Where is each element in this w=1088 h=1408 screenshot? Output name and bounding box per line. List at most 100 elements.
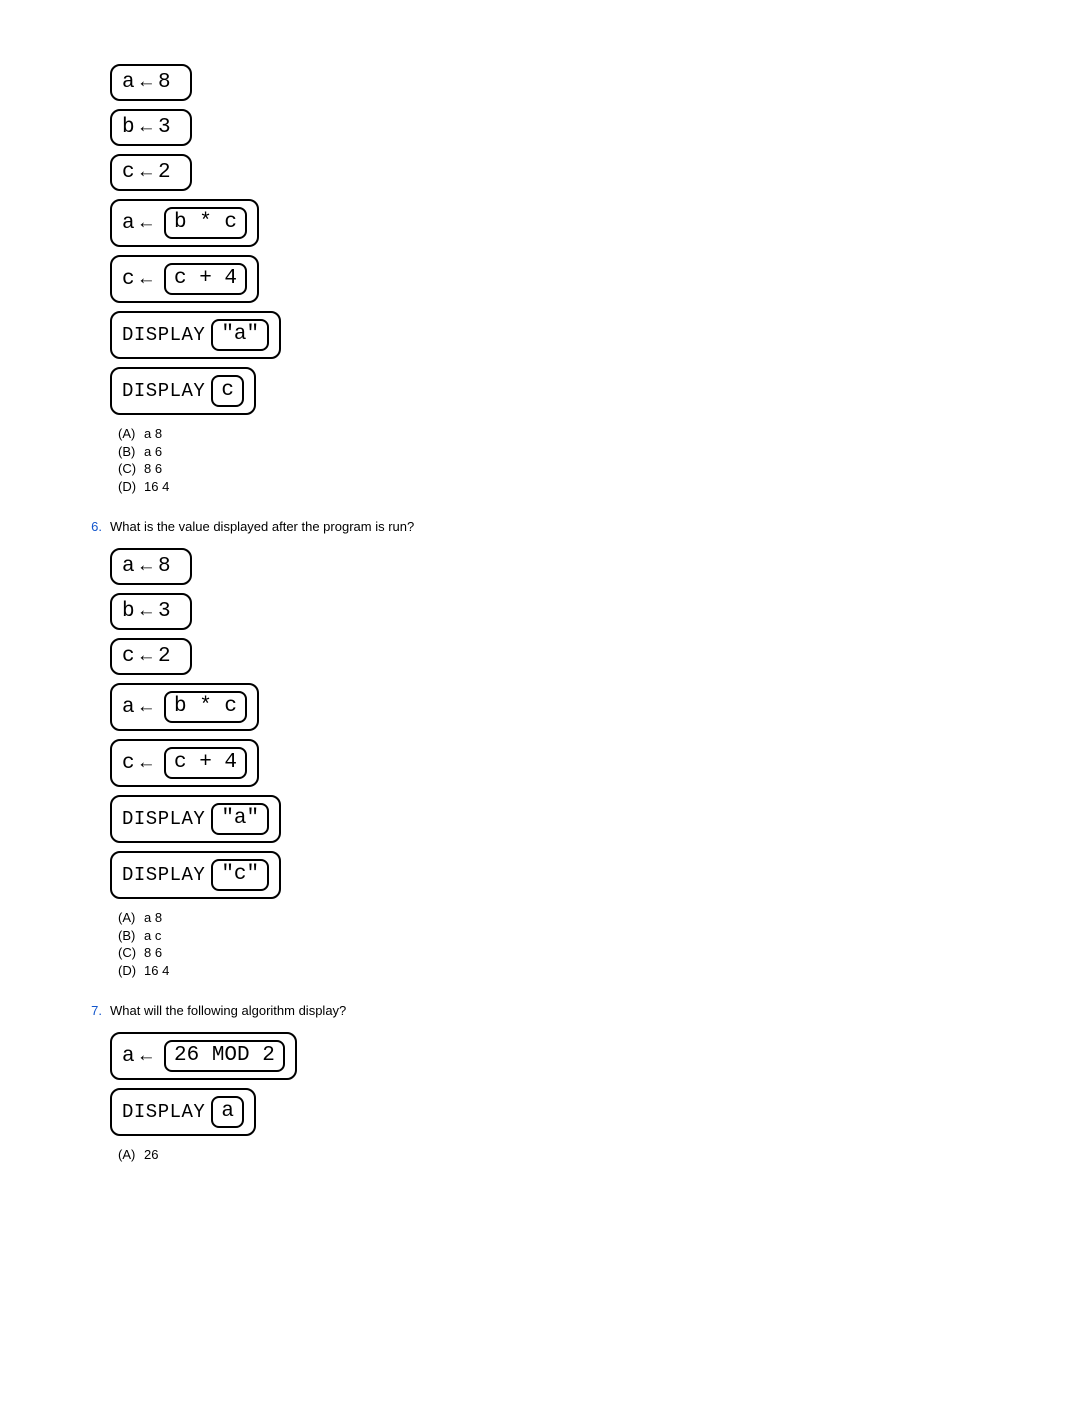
lhs: a [122,556,135,577]
rhs: 3 [158,117,171,138]
expr: c + 4 [174,752,237,773]
code-block: DISPLAY "a" [110,311,281,359]
arrow-icon: ← [141,557,152,576]
question-5-continuation: a ← 8 b ← 3 [80,60,1008,495]
expr: 26 MOD 2 [174,1045,275,1066]
expr: a [221,1101,234,1122]
answer-label: (C) [118,944,144,962]
answer-text: 8 6 [144,944,162,962]
answer-label: (C) [118,460,144,478]
answer-text: 16 4 [144,478,169,496]
answer-text: 8 6 [144,460,162,478]
expr: "a" [221,808,259,829]
rhs: 8 [158,72,171,93]
code-block: c ← 2 [110,638,192,675]
expr-box: "c" [211,859,269,891]
answer-option: (B) a c [118,927,1008,945]
code-block: a ← 8 [110,548,192,585]
answer-label: (B) [118,927,144,945]
code-block: DISPLAY c [110,367,256,415]
answer-label: (D) [118,962,144,980]
display-keyword: DISPLAY [122,810,205,829]
lhs: a [122,1046,135,1067]
lhs: a [122,697,135,718]
display-keyword: DISPLAY [122,382,205,401]
answer-text: a c [144,927,161,945]
rhs: 2 [158,162,171,183]
code-block: b ← 3 [110,109,192,146]
lhs: c [122,753,135,774]
rhs: 8 [158,556,171,577]
arrow-icon: ← [141,163,152,182]
question-prompt: What is the value displayed after the pr… [110,519,1008,534]
arrow-icon: ← [141,214,152,233]
display-keyword: DISPLAY [122,326,205,345]
question-number: 7. [80,1003,102,1018]
code-block: DISPLAY "c" [110,851,281,899]
answer-option: (A) a 8 [118,909,1008,927]
code-blocks-q6: a ← 8 b ← 3 c [110,544,1008,903]
lhs: c [122,646,135,667]
expr-box: a [211,1096,244,1128]
code-blocks-q5: a ← 8 b ← 3 [110,60,1008,419]
expr-box: 26 MOD 2 [164,1040,285,1072]
code-block: a ← 8 [110,64,192,101]
answer-text: a 8 [144,425,162,443]
question-6: 6. What is the value displayed after the… [80,519,1008,979]
lhs: c [122,269,135,290]
code-blocks-q7: a ← 26 MOD 2 DISPLAY a [110,1028,1008,1140]
answer-option: (C) 8 6 [118,944,1008,962]
answer-option: (C) 8 6 [118,460,1008,478]
answer-label: (B) [118,443,144,461]
expr-box: c + 4 [164,747,247,779]
code-block: c ← 2 [110,154,192,191]
expr: "c" [221,864,259,885]
question-7: 7. What will the following algorithm dis… [80,1003,1008,1164]
arrow-icon: ← [141,754,152,773]
question-number: 6. [80,519,102,534]
code-block: DISPLAY a [110,1088,256,1136]
answer-list-q7: (A) 26 [110,1146,1008,1164]
code-block: a ← 26 MOD 2 [110,1032,297,1080]
answer-option: (D) 16 4 [118,478,1008,496]
display-keyword: DISPLAY [122,1103,205,1122]
display-keyword: DISPLAY [122,866,205,885]
code-block: c ← c + 4 [110,739,259,787]
code-block: c ← c + 4 [110,255,259,303]
answer-label: (A) [118,425,144,443]
expr-box: b * c [164,207,247,239]
answer-label: (A) [118,1146,144,1164]
code-block: a ← b * c [110,199,259,247]
arrow-icon: ← [141,1047,152,1066]
answer-option: (B) a 6 [118,443,1008,461]
answer-list-q5: (A) a 8 (B) a 6 (C) 8 6 (D) 16 4 [110,425,1008,495]
code-block: DISPLAY "a" [110,795,281,843]
code-block: b ← 3 [110,593,192,630]
arrow-icon: ← [141,270,152,289]
answer-option: (D) 16 4 [118,962,1008,980]
answer-label: (A) [118,909,144,927]
expr-box: b * c [164,691,247,723]
rhs: 2 [158,646,171,667]
lhs: a [122,72,135,93]
expr: b * c [174,696,237,717]
answer-option: (A) a 8 [118,425,1008,443]
arrow-icon: ← [141,602,152,621]
answer-text: a 6 [144,443,162,461]
expr: c [221,380,234,401]
question-prompt: What will the following algorithm displa… [110,1003,1008,1018]
arrow-icon: ← [141,118,152,137]
lhs: a [122,213,135,234]
arrow-icon: ← [141,698,152,717]
rhs: 3 [158,601,171,622]
expr-box: c + 4 [164,263,247,295]
answer-label: (D) [118,478,144,496]
arrow-icon: ← [141,73,152,92]
arrow-icon: ← [141,647,152,666]
answer-option: (A) 26 [118,1146,1008,1164]
expr: b * c [174,212,237,233]
answer-text: 16 4 [144,962,169,980]
expr-box: "a" [211,803,269,835]
expr-box: "a" [211,319,269,351]
expr-box: c [211,375,244,407]
